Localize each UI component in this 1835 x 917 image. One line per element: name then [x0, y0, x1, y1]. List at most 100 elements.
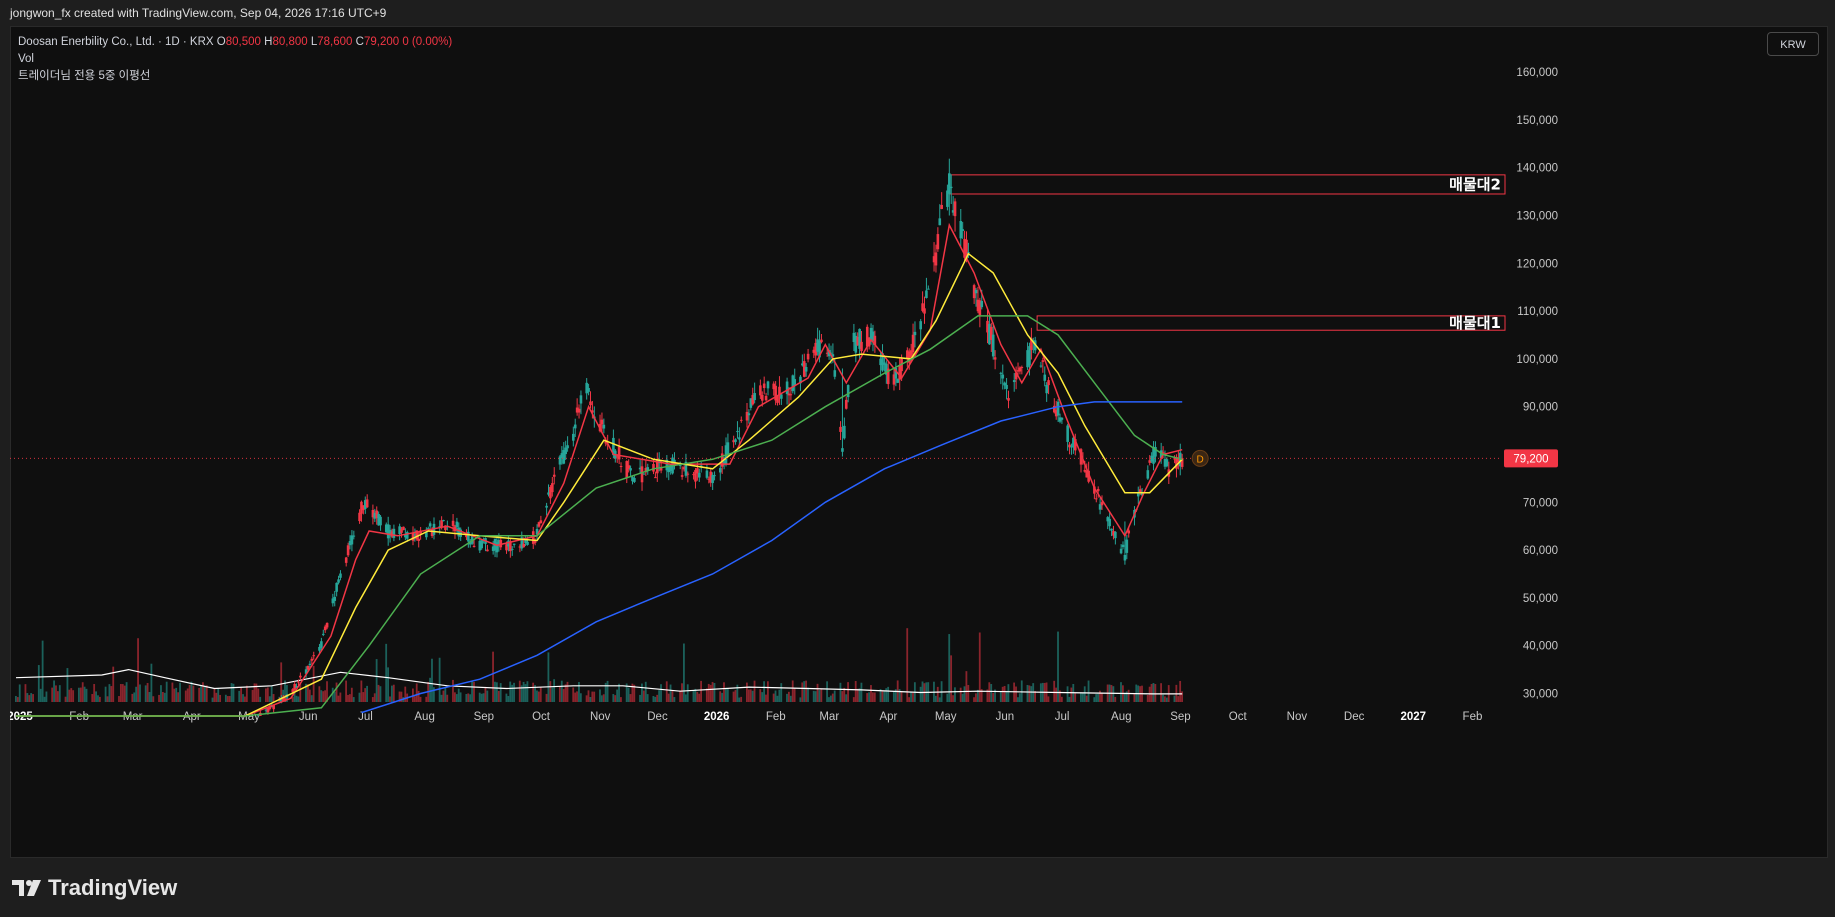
candle-body: [379, 516, 382, 526]
volume-bar: [553, 679, 556, 702]
candle-body: [589, 401, 592, 406]
change-value: 0 (0.00%): [402, 36, 453, 48]
candle-body: [780, 394, 783, 399]
candle-body: [938, 218, 942, 226]
volume-bar: [161, 691, 164, 702]
candle-body: [925, 290, 928, 298]
candle-body: [940, 205, 943, 209]
price-chart[interactable]: 30,00040,00050,00060,00070,00080,00090,0…: [10, 26, 1828, 858]
volume-bar: [51, 687, 54, 702]
volume-bar: [629, 694, 632, 702]
volume-bar: [814, 691, 817, 702]
candle-body: [804, 367, 808, 372]
volume-bar: [658, 690, 661, 702]
volume-bar: [833, 690, 836, 702]
volume-bar: [738, 697, 741, 702]
volume-bar: [778, 689, 781, 702]
volume-bar: [1060, 696, 1063, 702]
candle-body: [1005, 384, 1008, 389]
volume-bar: [499, 683, 502, 702]
candle-body: [734, 439, 737, 442]
volume-bar: [335, 682, 338, 702]
y-tick-label: 90,000: [1523, 402, 1558, 414]
candle-body: [1020, 367, 1024, 369]
volume-bar: [362, 692, 365, 702]
volume-bar: [1101, 692, 1103, 702]
volume-bar: [591, 691, 594, 702]
candle-body: [833, 370, 837, 377]
volume-bar: [1057, 631, 1059, 702]
candle-body: [753, 393, 756, 401]
candle-body: [1041, 360, 1045, 362]
volume-bar: [307, 684, 309, 702]
volume-bar: [299, 683, 302, 702]
volume-bar: [696, 691, 699, 702]
volume-bar: [259, 696, 262, 702]
volume-bar: [24, 684, 27, 702]
volume-bar: [446, 694, 449, 702]
volume-bar: [641, 683, 643, 702]
volume-bar: [881, 691, 884, 702]
volume-bar: [505, 693, 508, 702]
volume-bar: [93, 684, 96, 702]
volume-bar: [442, 690, 445, 702]
volume-bar: [56, 691, 59, 702]
volume-bar: [444, 687, 447, 702]
volume-bar: [700, 680, 702, 702]
y-tick-label: 130,000: [1516, 211, 1558, 223]
volume-bar: [988, 682, 991, 702]
symbol-label[interactable]: Doosan Enerbility Co., Ltd. · 1D · KRX: [18, 36, 214, 48]
y-tick-label: 100,000: [1516, 354, 1558, 366]
y-tick-label: 120,000: [1516, 258, 1558, 270]
volume-bar: [954, 687, 956, 702]
currency-button[interactable]: KRW: [1767, 32, 1819, 56]
volume-bar: [765, 694, 767, 702]
candle-body: [510, 548, 514, 550]
candle-body: [411, 532, 415, 541]
volume-indicator-label[interactable]: Vol: [18, 51, 452, 68]
volume-bar: [667, 693, 670, 702]
volume-bar: [669, 684, 672, 702]
candle-body: [455, 521, 459, 528]
volume-bar: [526, 681, 529, 702]
candle-body: [839, 426, 842, 432]
volume-bar: [870, 685, 872, 702]
candle-body: [705, 470, 709, 478]
volume-bar: [18, 684, 21, 702]
candle-body: [843, 425, 846, 439]
volume-bar: [906, 628, 909, 702]
volume-bar: [95, 691, 97, 702]
volume-bar: [564, 684, 567, 702]
volume-bar: [324, 690, 326, 702]
volume-bar: [1047, 696, 1050, 702]
dividend-marker-label: D: [1197, 454, 1204, 465]
candle-body: [991, 334, 995, 357]
candle-body: [1123, 554, 1127, 561]
volume-bar: [58, 685, 61, 702]
volume-bar: [310, 695, 313, 702]
x-tick-label: Feb: [1463, 711, 1483, 723]
volume-bar: [589, 696, 592, 702]
volume-bar: [91, 694, 94, 702]
volume-bar: [549, 681, 552, 702]
candle-body: [310, 658, 314, 661]
candle-body: [619, 465, 623, 467]
volume-bar: [480, 693, 483, 702]
candle-body: [923, 308, 926, 314]
volume-bar: [238, 690, 241, 702]
volume-bar: [457, 688, 460, 702]
volume-bar: [419, 696, 422, 702]
candle-body: [789, 394, 793, 396]
x-tick-label: Aug: [1111, 711, 1131, 723]
candle-body: [564, 447, 567, 455]
volume-bar: [1005, 690, 1008, 702]
volume-bar: [228, 696, 231, 702]
x-tick-label: Jun: [299, 711, 318, 723]
ma-indicator-label[interactable]: 트레이더님 전용 5중 이평선: [18, 68, 452, 85]
candle-body: [629, 468, 632, 471]
volume-bar: [322, 691, 325, 702]
volume-bar: [772, 693, 775, 702]
x-tick-label: Feb: [766, 711, 786, 723]
tradingview-logo[interactable]: TradingView: [12, 873, 177, 903]
candle-body: [1018, 367, 1022, 372]
